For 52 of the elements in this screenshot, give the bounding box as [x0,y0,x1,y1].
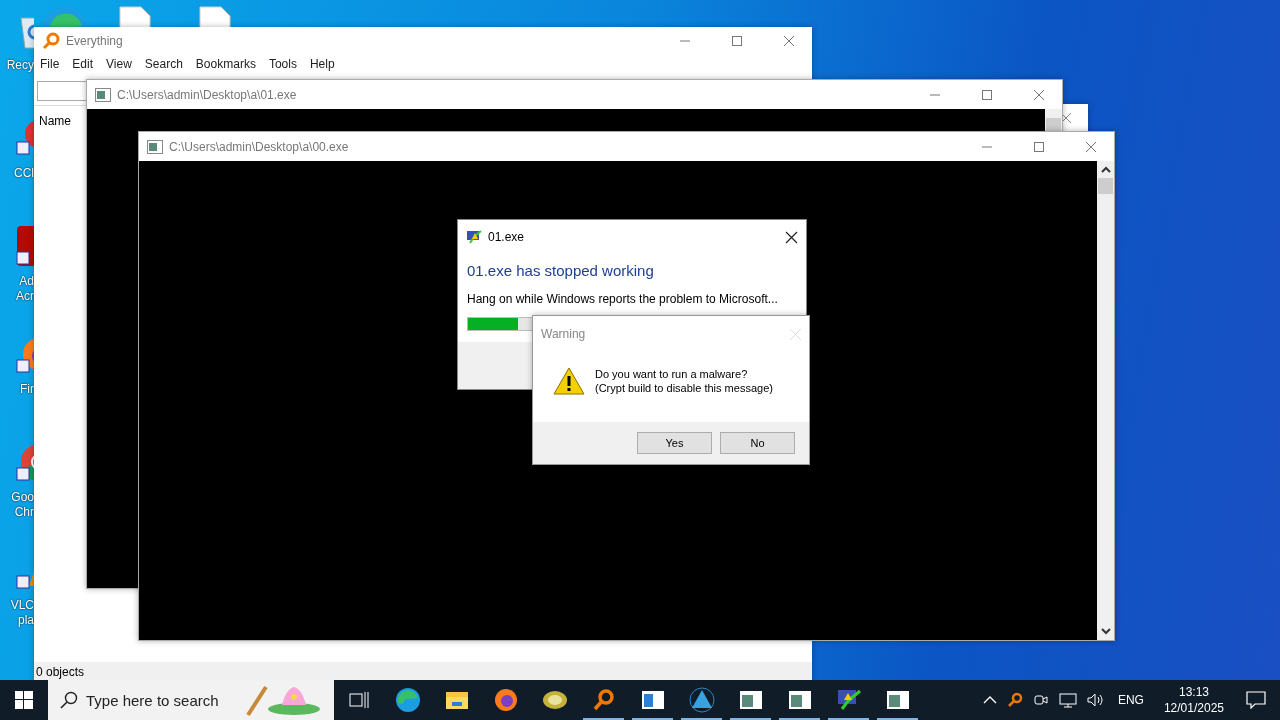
dialog-message: (Crypt build to disable this message) [595,381,773,395]
dialog-title: 01.exe [488,230,525,244]
warning-monitor-icon [466,229,482,245]
scrollbar-thumb[interactable] [1098,178,1113,194]
search-input[interactable]: Type here to search [86,691,236,709]
dialog-heading: 01.exe has stopped working [466,261,655,279]
window-title: C:\Users\admin\Desktop\a\01.exe [117,87,297,102]
menu-item[interactable]: Help [309,57,335,77]
windows-logo-icon[interactable] [15,691,33,709]
camera-icon[interactable] [1032,692,1049,708]
close-icon[interactable] [785,230,798,244]
menu-item[interactable]: Search [144,57,183,77]
window-title: Everything [66,34,123,48]
status-text: 0 objects [36,665,85,679]
language-indicator[interactable]: ENG [1117,693,1144,707]
firefox-icon[interactable] [492,687,519,713]
chevron-up-icon[interactable] [982,695,997,705]
magnifier-icon[interactable] [1006,692,1023,708]
menu-item[interactable]: Bookmarks [195,57,256,77]
column-header[interactable]: Name [39,114,71,128]
scrollbar[interactable] [1097,161,1114,640]
menu-item[interactable]: View [106,57,132,77]
menu-item[interactable]: File [40,57,60,77]
network-icon[interactable] [1058,692,1077,708]
scrollbar[interactable] [1045,109,1062,131]
notification-icon[interactable] [1246,691,1266,709]
console-icon [147,139,163,154]
search-field[interactable] [37,81,87,101]
scroll-down-icon[interactable] [1100,627,1111,635]
dialog-button[interactable]: Yes [637,432,712,454]
maximize-icon[interactable] [982,89,992,100]
dialog-message: Hang on while Windows reports the problem to Microsoft... [466,291,779,306]
menu-item[interactable]: Edit [72,57,94,77]
edge-icon[interactable] [394,687,421,713]
menu-item[interactable]: Tools [268,57,297,77]
volume-icon[interactable] [1086,692,1105,708]
maximize-icon[interactable] [1034,141,1044,152]
window-title: C:\Users\admin\Desktop\a\00.exe [169,139,349,154]
dialog-message: Do you want to run a malware? [595,367,749,381]
scroll-up-icon[interactable] [1100,166,1111,174]
magnifier-icon [42,32,60,50]
search-icon [60,691,78,709]
dialog-button[interactable]: No [720,432,795,454]
clock-date[interactable]: 12/01/2025 [1163,700,1224,716]
task-view-icon[interactable] [348,691,369,709]
console-icon [95,87,111,102]
maximize-icon[interactable] [732,36,742,46]
warning-icon [553,367,585,395]
dialog-title: Warning [541,327,586,341]
clock-time[interactable]: 13:13 [1178,684,1209,700]
scrollbar-thumb[interactable] [1046,118,1061,131]
search-bar[interactable]: Type here to search [48,680,334,720]
